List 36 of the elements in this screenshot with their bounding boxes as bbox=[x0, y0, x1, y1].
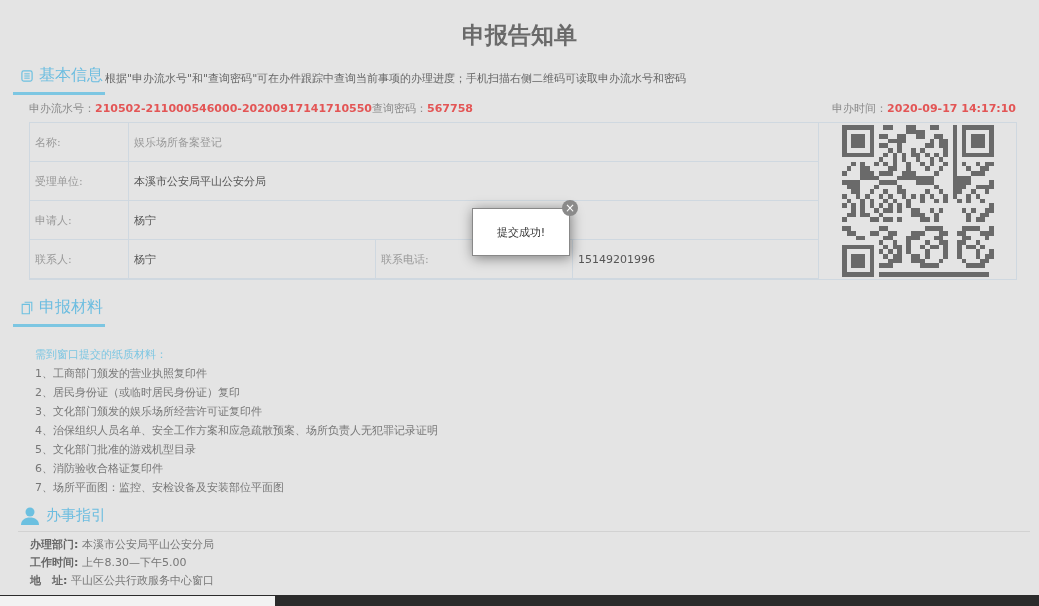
table-cell: 杨宁 bbox=[129, 240, 376, 279]
section-title: 申报材料 bbox=[39, 297, 103, 318]
material-item: 5、文化部门批准的游戏机型目录 bbox=[35, 442, 197, 458]
table-cell: 受理单位: bbox=[30, 162, 129, 201]
material-item: 4、治保组织人员名单、安全工作方案和应急疏散预案、场所负责人无犯罪记录证明 bbox=[35, 423, 439, 439]
materials-intro: 需到窗口提交的纸质材料： bbox=[35, 347, 168, 363]
page-title: 申报告知单 bbox=[461, 21, 578, 50]
material-item: 7、场所平面图：监控、安检设备及安装部位平面图 bbox=[35, 480, 285, 496]
table-cell: 娱乐场所备案登记 bbox=[129, 123, 819, 162]
time-value: 2020-09-17 14:17:10 bbox=[887, 102, 1016, 115]
field-value: 平山区公共行政服务中心窗口 bbox=[71, 574, 215, 587]
password-label: 查询密码： bbox=[372, 101, 427, 116]
serial-label: 申办流水号： bbox=[29, 101, 95, 116]
material-item: 2、居民身份证（或临时居民身份证）复印 bbox=[35, 385, 241, 401]
password-value: 567758 bbox=[427, 102, 473, 115]
field-label: 地 址: bbox=[30, 574, 68, 587]
close-button[interactable]: × bbox=[562, 200, 578, 216]
section-title: 办事指引 bbox=[46, 506, 106, 525]
table-cell: 申请人: bbox=[30, 201, 129, 240]
material-item: 3、文化部门颁发的娱乐场所经营许可证复印件 bbox=[35, 404, 263, 420]
table-cell: 本溪市公安局平山公安分局 bbox=[129, 162, 819, 201]
material-item: 1、工商部门颁发的营业执照复印件 bbox=[35, 366, 208, 382]
field-label: 工作时间: bbox=[30, 556, 79, 569]
serial-number: 210502-211000546000-20200917141710550 bbox=[95, 102, 372, 115]
dialog-message: 提交成功! bbox=[496, 224, 546, 240]
person-icon bbox=[20, 506, 40, 525]
hint-text: 根据"申办流水号"和"查询密码"可在办件跟踪中查询当前事项的办理进度；手机扫描右侧二维码可读取申办流水号和密码 bbox=[105, 71, 687, 87]
table-cell: 15149201996 bbox=[573, 240, 819, 279]
table-cell: 名称: bbox=[30, 123, 129, 162]
material-item: 6、消防验收合格证复印件 bbox=[35, 461, 164, 477]
table-cell: 联系人: bbox=[30, 240, 129, 279]
field-label: 办理部门: bbox=[30, 538, 79, 551]
section-title: 基本信息 bbox=[39, 65, 103, 86]
field-value: 本溪市公安局平山公安分局 bbox=[82, 538, 215, 551]
field-value: 上午8.30—下午5.00 bbox=[82, 556, 187, 569]
time-label: 申办时间： bbox=[832, 101, 888, 116]
